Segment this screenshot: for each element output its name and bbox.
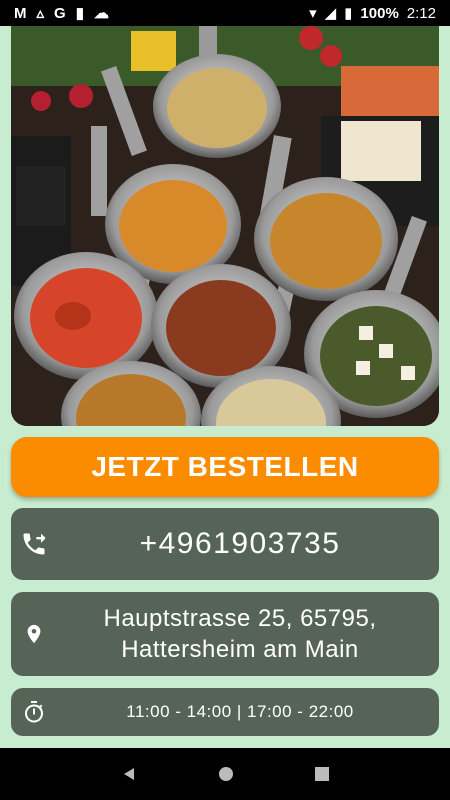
order-now-button[interactable]: JETZT BESTELLEN bbox=[11, 437, 439, 497]
signal-icon: ◢ bbox=[324, 5, 337, 22]
drive-icon: ▵ bbox=[36, 5, 45, 22]
status-bar: M ▵ G ▮ ☁ ▾ ◢ ▮ 100% 2:12 bbox=[0, 0, 450, 26]
notification-icons: M ▵ G ▮ ☁ bbox=[14, 4, 109, 23]
clock: 2:12 bbox=[406, 4, 436, 22]
system-icons: ▾ ◢ ▮ 100% 2:12 bbox=[309, 4, 436, 23]
phone-number: +4961903735 bbox=[139, 527, 341, 560]
sd-card-icon: ▮ bbox=[75, 5, 84, 22]
address-line1: Hauptstrasse 25, 65795, bbox=[103, 604, 377, 632]
opening-hours-card: 11:00 - 14:00 | 17:00 - 22:00 bbox=[11, 688, 439, 736]
battery-icon: ▮ bbox=[344, 5, 353, 22]
back-icon[interactable] bbox=[121, 766, 137, 782]
phone-forward-icon bbox=[11, 530, 57, 558]
recents-icon[interactable] bbox=[315, 767, 330, 781]
wifi-icon: ▾ bbox=[309, 5, 317, 22]
phone-card[interactable]: +4961903735 bbox=[11, 508, 439, 580]
opening-hours: 11:00 - 14:00 | 17:00 - 22:00 bbox=[126, 702, 354, 721]
cloud-icon: ☁ bbox=[93, 5, 109, 22]
gmail-icon: M bbox=[14, 4, 27, 22]
address-text: Hauptstrasse 25, 65795, Hattersheim am M… bbox=[57, 603, 439, 665]
home-icon[interactable] bbox=[218, 766, 234, 782]
location-pin-icon bbox=[11, 621, 57, 647]
hero-food-image bbox=[11, 26, 439, 426]
navigation-bar bbox=[0, 748, 450, 800]
address-card[interactable]: Hauptstrasse 25, 65795, Hattersheim am M… bbox=[11, 592, 439, 676]
battery-level: 100% bbox=[360, 4, 399, 22]
address-line2: Hattersheim am Main bbox=[121, 636, 359, 663]
google-icon: G bbox=[54, 4, 66, 22]
timer-icon bbox=[11, 699, 57, 725]
